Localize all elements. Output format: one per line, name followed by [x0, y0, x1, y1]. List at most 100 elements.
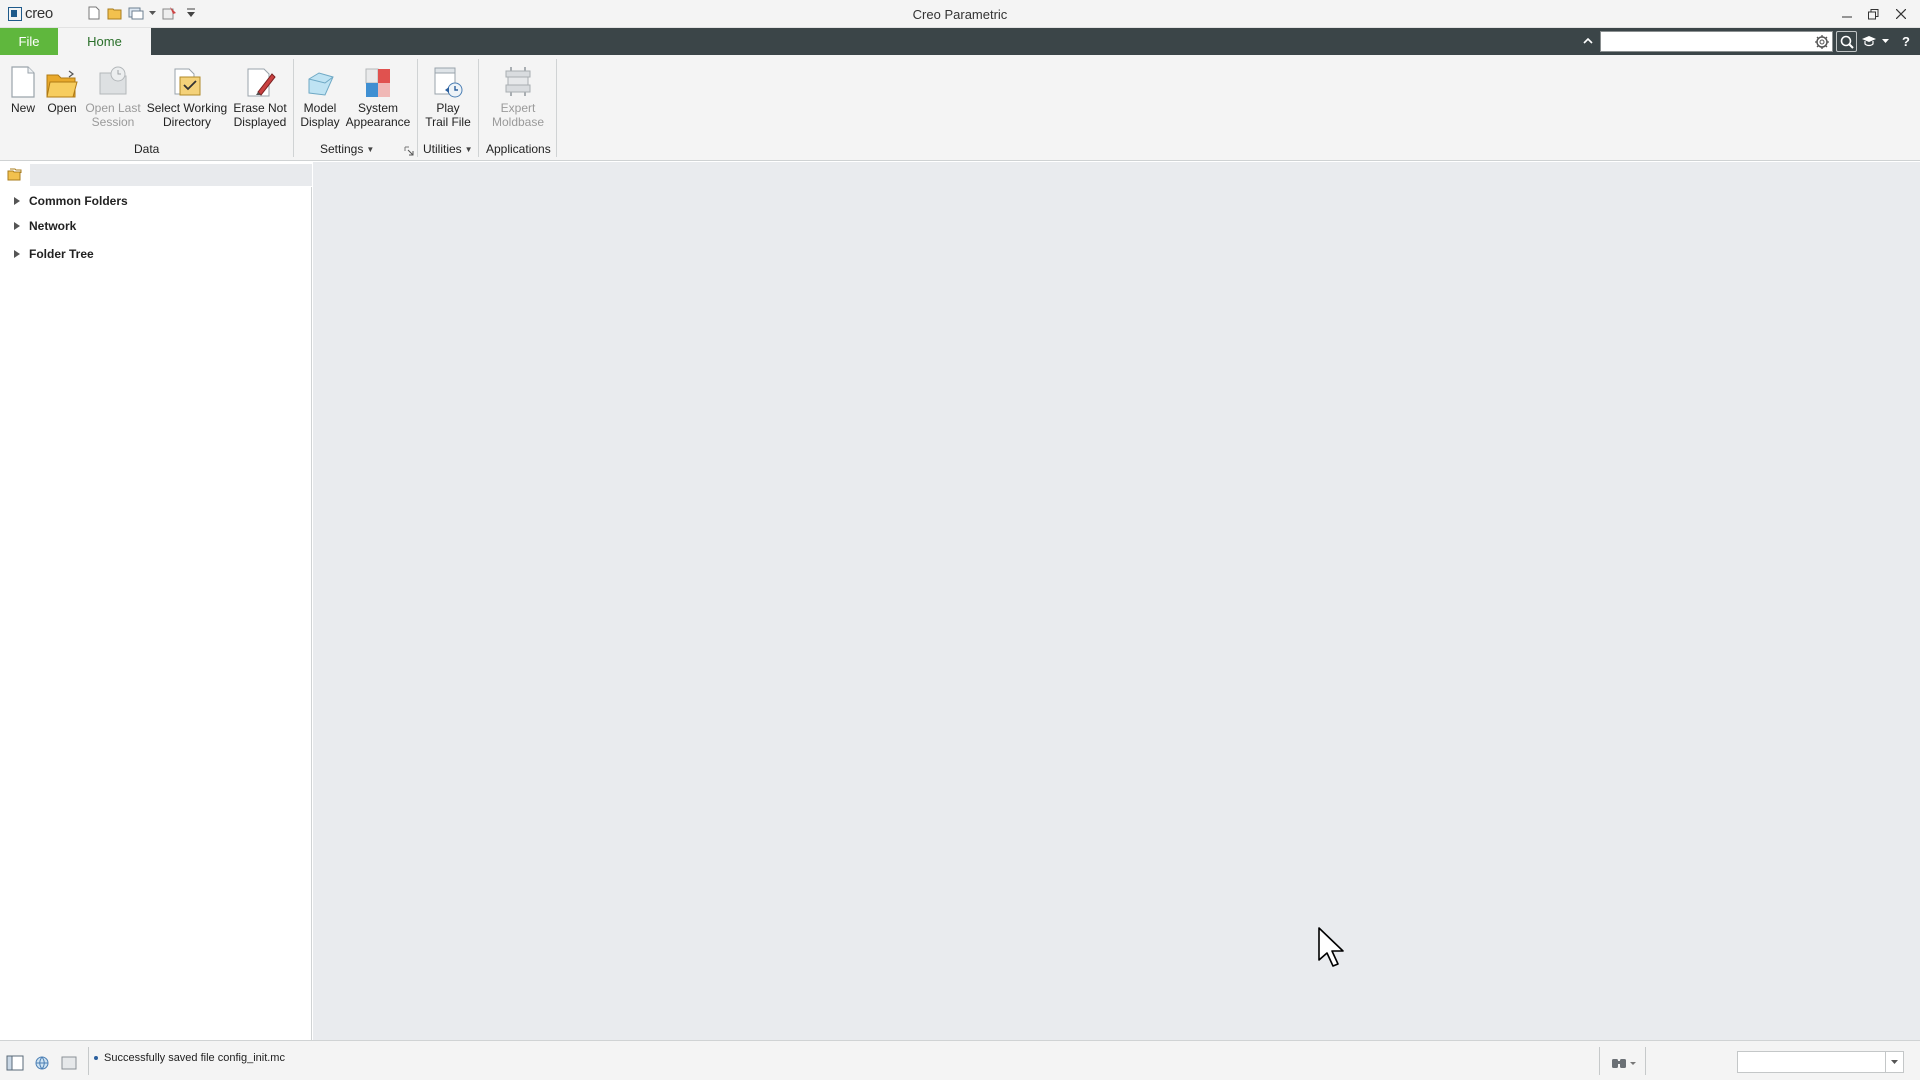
search-text-field[interactable]: [1601, 32, 1806, 51]
play-trail-file-icon: [431, 61, 465, 99]
regenerate-icon[interactable]: [162, 5, 178, 21]
search-settings-gear-icon[interactable]: [1814, 34, 1830, 50]
nav-item-label: Network: [29, 219, 77, 233]
expand-arrow-icon[interactable]: [14, 197, 20, 205]
open-folder-large-icon: [45, 61, 79, 99]
utilities-dropdown-icon: ▼: [464, 144, 473, 154]
help-dropdown-icon[interactable]: [1882, 32, 1890, 50]
folder-browser-icon[interactable]: [7, 167, 23, 183]
collapse-ribbon-icon[interactable]: [1580, 32, 1596, 50]
model-display-button[interactable]: Model Display: [298, 61, 342, 129]
creo-logo[interactable]: creo: [8, 5, 53, 22]
show-browser-icon[interactable]: [33, 1054, 51, 1072]
restore-icon[interactable]: [1860, 3, 1887, 25]
status-bar: Successfully saved file config_init.mc: [0, 1040, 1920, 1080]
customize-dropdown-icon[interactable]: [183, 5, 199, 21]
nav-item-label: Common Folders: [29, 194, 128, 208]
open-button[interactable]: Open: [44, 61, 80, 115]
utilities-group-label[interactable]: Utilities ▼: [423, 142, 473, 156]
applications-group-text: Applications: [486, 142, 551, 156]
select-working-directory-label-1: Select Working: [146, 101, 228, 115]
system-appearance-label-2: Appearance: [345, 115, 411, 129]
show-navigator-icon[interactable]: [6, 1054, 24, 1072]
nav-item-folder-tree[interactable]: Folder Tree: [14, 247, 94, 261]
group-separator: [556, 59, 557, 157]
status-message-text: Successfully saved file config_init.mc: [104, 1052, 285, 1064]
expert-moldbase-label-1: Expert: [500, 101, 536, 115]
logo-text: creo: [25, 5, 53, 22]
new-document-icon: [6, 61, 40, 99]
settings-group-label[interactable]: Settings ▼: [320, 142, 374, 156]
data-group-text: Data: [134, 142, 160, 156]
window-dropdown-icon[interactable]: [149, 5, 157, 21]
chevron-down-icon[interactable]: [1885, 1052, 1903, 1072]
system-appearance-icon: [361, 61, 395, 99]
open-last-session-icon: [96, 61, 130, 99]
select-working-directory-button[interactable]: Select Working Directory: [145, 61, 229, 129]
settings-dialog-launcher-icon[interactable]: [404, 145, 414, 156]
window-controls: [1833, 3, 1914, 25]
open-folder-icon[interactable]: [107, 5, 123, 21]
settings-group-text: Settings: [320, 142, 364, 156]
erase-not-displayed-label-2: Displayed: [233, 115, 287, 129]
find-binoculars-icon[interactable]: [1609, 1054, 1637, 1072]
search-button[interactable]: [1836, 31, 1857, 52]
full-screen-icon[interactable]: [60, 1054, 78, 1072]
command-search-input[interactable]: [1600, 31, 1833, 52]
group-separator: [293, 59, 294, 157]
expand-arrow-icon[interactable]: [14, 222, 20, 230]
message-bullet-icon: [94, 1056, 98, 1060]
nav-item-label: Folder Tree: [29, 247, 94, 261]
new-file-icon[interactable]: [86, 5, 102, 21]
status-separator: [1599, 1047, 1600, 1075]
data-group-label: Data: [134, 142, 159, 156]
mouse-cursor-icon: [1317, 926, 1347, 968]
model-display-label-1: Model: [303, 101, 337, 115]
group-separator: [417, 59, 418, 157]
settings-dropdown-icon: ▼: [366, 144, 375, 154]
window-title: Creo Parametric: [912, 7, 1008, 22]
utilities-group-text: Utilities: [423, 142, 462, 156]
status-separator: [88, 1047, 89, 1075]
quick-access-toolbar: [86, 5, 199, 21]
system-appearance-button[interactable]: System Appearance: [345, 61, 411, 129]
new-button[interactable]: New: [6, 61, 40, 115]
nav-item-network[interactable]: Network: [14, 219, 76, 233]
navigator-tab-strip: [30, 164, 312, 186]
open-last-session-label-1: Open Last: [85, 101, 141, 115]
help-icon[interactable]: ?: [1900, 32, 1912, 50]
learning-connector-icon[interactable]: [1862, 32, 1876, 50]
tab-file[interactable]: File: [0, 28, 58, 55]
system-appearance-label-1: System: [357, 101, 398, 115]
model-display-label-2: Display: [300, 115, 340, 129]
title-bar: creo Creo Parametric: [0, 0, 1920, 28]
erase-not-displayed-icon: [243, 61, 277, 99]
svg-text:?: ?: [1902, 34, 1910, 48]
erase-not-displayed-label-1: Erase Not: [233, 101, 287, 115]
expand-arrow-icon[interactable]: [14, 250, 20, 258]
navigator-header: [0, 162, 312, 187]
close-icon[interactable]: [1887, 3, 1914, 25]
ribbon-tab-bar: File Home ?: [0, 28, 1920, 55]
main-graphics-area[interactable]: [313, 162, 1920, 1040]
app-logo-icon: [8, 6, 22, 21]
expert-moldbase-button[interactable]: Expert Moldbase: [485, 61, 551, 129]
open-last-session-button[interactable]: Open Last Session: [84, 61, 142, 129]
play-trail-file-label-2: Trail File: [425, 115, 471, 129]
erase-not-displayed-button[interactable]: Erase Not Displayed: [232, 61, 288, 129]
window-icon[interactable]: [128, 5, 144, 21]
expert-moldbase-icon: [501, 61, 535, 99]
minimize-icon[interactable]: [1833, 3, 1860, 25]
status-message: Successfully saved file config_init.mc: [94, 1052, 285, 1064]
play-trail-file-label-1: Play: [436, 101, 460, 115]
tab-home[interactable]: Home: [58, 28, 151, 55]
select-working-directory-label-2: Directory: [162, 115, 211, 129]
expert-moldbase-label-2: Moldbase: [491, 115, 545, 129]
status-separator: [1645, 1047, 1646, 1075]
open-last-session-label-2: Session: [91, 115, 135, 129]
selection-filter-dropdown[interactable]: [1737, 1051, 1904, 1073]
group-separator: [478, 59, 479, 157]
nav-item-common-folders[interactable]: Common Folders: [14, 194, 128, 208]
applications-group-label: Applications: [486, 142, 551, 156]
play-trail-file-button[interactable]: Play Trail File: [421, 61, 475, 129]
